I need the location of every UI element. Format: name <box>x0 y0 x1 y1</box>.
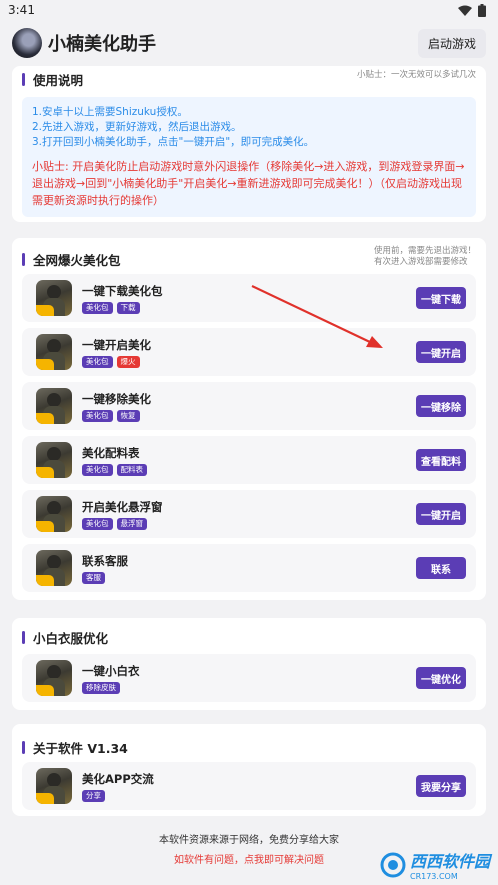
watermark-logo-icon <box>380 852 406 877</box>
game-badge-icon <box>36 793 54 804</box>
game-badge-icon <box>36 685 54 696</box>
game-badge-icon <box>36 467 54 478</box>
game-badge-icon <box>36 521 54 532</box>
game-badge-icon <box>36 305 54 316</box>
watermark: 西西软件园 CR173.COM <box>380 848 490 881</box>
game-badge-icon <box>36 359 54 370</box>
watermark-text: 西西软件园 <box>409 852 490 871</box>
game-badge-icon <box>36 413 54 424</box>
game-badge-icon <box>36 575 54 586</box>
arrow-annotation <box>251 285 383 348</box>
watermark-url: CR173.COM <box>409 872 458 881</box>
